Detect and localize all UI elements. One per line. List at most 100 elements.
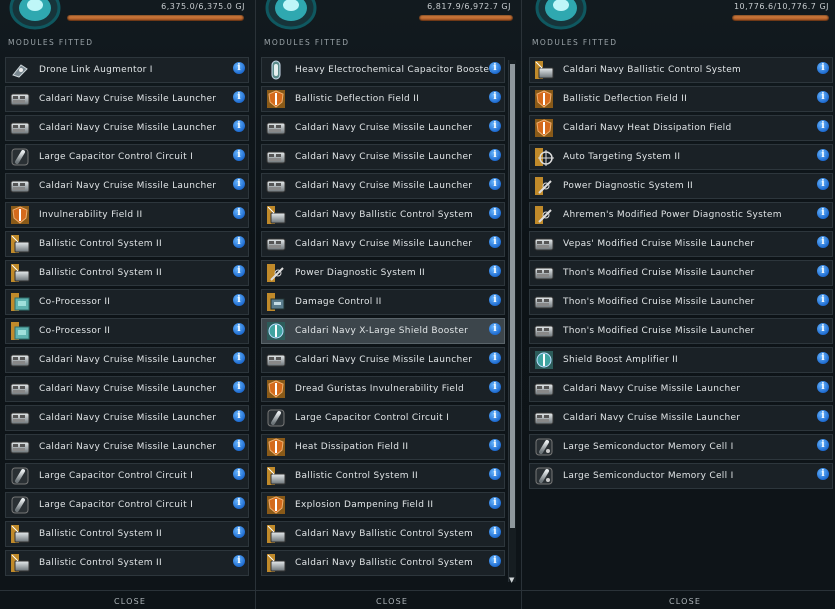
scroll-down-icon[interactable]: ▼ <box>509 576 514 584</box>
info-icon[interactable]: i <box>489 410 501 422</box>
info-icon[interactable]: i <box>233 381 245 393</box>
close-button[interactable]: CLOSE <box>376 597 408 606</box>
module-row[interactable]: Large Capacitor Control Circuit I i <box>5 463 249 489</box>
module-row[interactable]: Thon's Modified Cruise Missile Launcher i <box>529 260 833 286</box>
module-row[interactable]: Caldari Navy Cruise Missile Launcher i <box>5 376 249 402</box>
module-row[interactable]: Heavy Electrochemical Capacitor Booster … <box>261 57 505 83</box>
info-icon[interactable]: i <box>817 410 829 422</box>
module-row[interactable]: Ballistic Deflection Field II i <box>261 86 505 112</box>
info-icon[interactable]: i <box>817 91 829 103</box>
info-icon[interactable]: i <box>817 352 829 364</box>
module-row[interactable]: Power Diagnostic System II i <box>529 173 833 199</box>
info-icon[interactable]: i <box>489 265 501 277</box>
module-row[interactable]: Ahremen's Modified Power Diagnostic Syst… <box>529 202 833 228</box>
info-icon[interactable]: i <box>489 149 501 161</box>
module-row[interactable]: Caldari Navy Cruise Missile Launcher i <box>261 115 505 141</box>
module-row[interactable]: Caldari Navy Cruise Missile Launcher i <box>5 115 249 141</box>
module-row[interactable]: Explosion Dampening Field II i <box>261 492 505 518</box>
info-icon[interactable]: i <box>233 526 245 538</box>
info-icon[interactable]: i <box>233 497 245 509</box>
module-row[interactable]: Ballistic Control System II i <box>261 463 505 489</box>
info-icon[interactable]: i <box>817 120 829 132</box>
info-icon[interactable]: i <box>489 381 501 393</box>
info-icon[interactable]: i <box>817 265 829 277</box>
module-row[interactable]: Caldari Navy Cruise Missile Launcher i <box>529 376 833 402</box>
module-row[interactable]: Caldari Navy X-Large Shield Booster i <box>261 318 505 344</box>
info-icon[interactable]: i <box>489 178 501 190</box>
module-row[interactable]: Ballistic Control System II i <box>5 521 249 547</box>
info-icon[interactable]: i <box>489 352 501 364</box>
module-row[interactable]: Caldari Navy Cruise Missile Launcher i <box>261 231 505 257</box>
info-icon[interactable]: i <box>817 207 829 219</box>
info-icon[interactable]: i <box>817 149 829 161</box>
module-row[interactable]: Caldari Navy Cruise Missile Launcher i <box>5 86 249 112</box>
info-icon[interactable]: i <box>489 294 501 306</box>
close-button[interactable]: CLOSE <box>114 597 146 606</box>
module-row[interactable]: Caldari Navy Cruise Missile Launcher i <box>5 347 249 373</box>
info-icon[interactable]: i <box>489 468 501 480</box>
info-icon[interactable]: i <box>233 120 245 132</box>
module-row[interactable]: Caldari Navy Ballistic Control System i <box>261 202 505 228</box>
info-icon[interactable]: i <box>489 236 501 248</box>
info-icon[interactable]: i <box>233 178 245 190</box>
module-row[interactable]: Large Capacitor Control Circuit I i <box>261 405 505 431</box>
module-row[interactable]: Auto Targeting System II i <box>529 144 833 170</box>
close-button[interactable]: CLOSE <box>669 597 701 606</box>
info-icon[interactable]: i <box>233 62 245 74</box>
module-row[interactable]: Caldari Navy Cruise Missile Launcher i <box>5 405 249 431</box>
module-row[interactable]: Caldari Navy Ballistic Control System i <box>529 57 833 83</box>
module-row[interactable]: Caldari Navy Cruise Missile Launcher i <box>5 173 249 199</box>
module-row[interactable]: Ballistic Control System II i <box>5 231 249 257</box>
module-row[interactable]: Large Capacitor Control Circuit I i <box>5 144 249 170</box>
module-row[interactable]: Drone Link Augmentor I i <box>5 57 249 83</box>
info-icon[interactable]: i <box>489 555 501 567</box>
module-row[interactable]: Caldari Navy Heat Dissipation Field i <box>529 115 833 141</box>
module-row[interactable]: Caldari Navy Ballistic Control System i <box>261 550 505 576</box>
info-icon[interactable]: i <box>233 468 245 480</box>
info-icon[interactable]: i <box>233 323 245 335</box>
info-icon[interactable]: i <box>817 294 829 306</box>
info-icon[interactable]: i <box>233 294 245 306</box>
module-row[interactable]: Ballistic Control System II i <box>5 260 249 286</box>
module-row[interactable]: Ballistic Control System II i <box>5 550 249 576</box>
module-row[interactable]: Caldari Navy Cruise Missile Launcher i <box>261 144 505 170</box>
module-row[interactable]: Caldari Navy Ballistic Control System i <box>261 521 505 547</box>
info-icon[interactable]: i <box>489 439 501 451</box>
scrollbar-thumb[interactable] <box>510 64 515 528</box>
info-icon[interactable]: i <box>489 323 501 335</box>
module-row[interactable]: Caldari Navy Cruise Missile Launcher i <box>261 173 505 199</box>
info-icon[interactable]: i <box>489 91 501 103</box>
module-row[interactable]: Dread Guristas Invulnerability Field i <box>261 376 505 402</box>
info-icon[interactable]: i <box>817 439 829 451</box>
info-icon[interactable]: i <box>233 236 245 248</box>
info-icon[interactable]: i <box>489 526 501 538</box>
module-row[interactable]: Caldari Navy Cruise Missile Launcher i <box>5 434 249 460</box>
module-row[interactable]: Shield Boost Amplifier II i <box>529 347 833 373</box>
info-icon[interactable]: i <box>233 207 245 219</box>
module-row[interactable]: Damage Control II i <box>261 289 505 315</box>
module-row[interactable]: Large Capacitor Control Circuit I i <box>5 492 249 518</box>
module-row[interactable]: Power Diagnostic System II i <box>261 260 505 286</box>
module-row[interactable]: Caldari Navy Cruise Missile Launcher i <box>261 347 505 373</box>
module-row[interactable]: Thon's Modified Cruise Missile Launcher i <box>529 318 833 344</box>
info-icon[interactable]: i <box>489 62 501 74</box>
info-icon[interactable]: i <box>233 265 245 277</box>
module-row[interactable]: Co-Processor II i <box>5 289 249 315</box>
info-icon[interactable]: i <box>817 62 829 74</box>
module-row[interactable]: Invulnerability Field II i <box>5 202 249 228</box>
module-row[interactable]: Large Semiconductor Memory Cell I i <box>529 463 833 489</box>
info-icon[interactable]: i <box>233 410 245 422</box>
info-icon[interactable]: i <box>233 439 245 451</box>
info-icon[interactable]: i <box>489 120 501 132</box>
module-row[interactable]: Large Semiconductor Memory Cell I i <box>529 434 833 460</box>
module-row[interactable]: Ballistic Deflection Field II i <box>529 86 833 112</box>
module-row[interactable]: Thon's Modified Cruise Missile Launcher i <box>529 289 833 315</box>
module-row[interactable]: Co-Processor II i <box>5 318 249 344</box>
info-icon[interactable]: i <box>233 149 245 161</box>
info-icon[interactable]: i <box>817 323 829 335</box>
info-icon[interactable]: i <box>489 497 501 509</box>
scrollbar[interactable]: ▼ <box>508 60 516 584</box>
info-icon[interactable]: i <box>233 91 245 103</box>
info-icon[interactable]: i <box>817 178 829 190</box>
info-icon[interactable]: i <box>233 352 245 364</box>
